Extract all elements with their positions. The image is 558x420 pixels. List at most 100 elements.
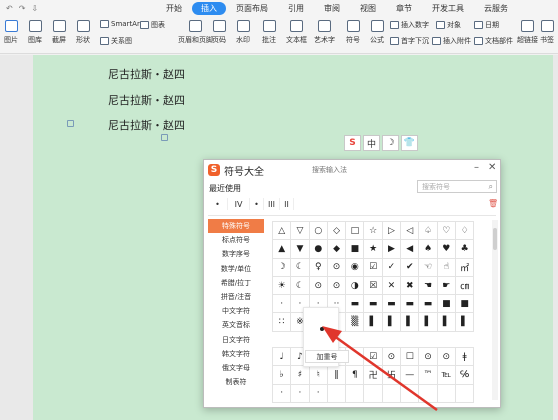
tab-view[interactable]: 视图 <box>350 2 386 15</box>
recent-symbol[interactable]: • <box>208 198 228 210</box>
symbol-cell[interactable]: ☾ <box>291 258 310 277</box>
symbol-cell[interactable]: ★ <box>364 240 383 259</box>
symbol-cell[interactable]: ☒ <box>364 276 383 296</box>
symbol-cell[interactable]: ♩ <box>273 348 292 367</box>
recent-symbol[interactable]: • <box>250 198 264 210</box>
recent-symbol[interactable]: IV <box>228 198 250 210</box>
moon-icon[interactable]: ☽ <box>382 135 399 151</box>
symbol-cell[interactable] <box>364 384 383 403</box>
gallery-button[interactable]: 图库 <box>28 20 42 45</box>
relation-chart-button[interactable]: 关系图 <box>100 36 132 46</box>
symbol-cell[interactable]: ♠ <box>419 240 438 259</box>
symbol-cell[interactable]: ☜ <box>419 258 438 277</box>
category-russian[interactable]: 俄文字母 <box>208 361 264 375</box>
symbol-cell[interactable]: ☛ <box>437 276 456 296</box>
symbol-cell[interactable]: ▽ <box>291 222 310 241</box>
symbol-cell[interactable] <box>419 384 438 403</box>
symbol-cell[interactable]: · <box>273 295 292 314</box>
symbol-cell[interactable]: ■ <box>346 240 365 259</box>
symbol-cell[interactable]: ■ <box>455 295 475 314</box>
symbol-cell[interactable]: ▌ <box>419 313 438 332</box>
symbol-cell[interactable]: ♣ <box>455 240 475 259</box>
symbol-scrollbar[interactable] <box>492 220 498 400</box>
symbol-cell[interactable]: ☝ <box>437 258 456 277</box>
symbol-cell[interactable]: ▶ <box>382 240 402 259</box>
recent-symbol[interactable]: III <box>264 198 280 210</box>
symbol-cell[interactable] <box>401 384 420 403</box>
category-japanese[interactable]: 日文字符 <box>208 333 264 347</box>
symbol-cell[interactable]: ⊙ <box>309 276 328 296</box>
date-button[interactable]: 日期 <box>474 20 499 30</box>
symbol-cell[interactable]: ♀ <box>309 258 328 277</box>
textbox-button[interactable]: 文本框 <box>286 20 307 45</box>
symbol-cell[interactable]: ✓ <box>382 258 402 277</box>
symbol-cell[interactable]: ▌ <box>437 313 456 332</box>
tab-references[interactable]: 引用 <box>278 2 314 15</box>
symbol-cell[interactable]: ▬ <box>401 295 420 314</box>
category-numbers[interactable]: 数字序号 <box>208 247 264 261</box>
category-korean[interactable]: 韩文字符 <box>208 347 264 361</box>
symbol-cell[interactable]: ☽ <box>273 258 292 277</box>
symbol-cell[interactable]: ™ <box>419 366 438 385</box>
symbol-cell[interactable]: ▬ <box>364 295 383 314</box>
insert-attachment-button[interactable]: 插入附件 <box>432 36 471 46</box>
equation-button[interactable]: 公式 <box>370 20 384 45</box>
symbol-cell[interactable]: ▷ <box>382 222 402 241</box>
symbol-cell[interactable]: ■ <box>437 295 456 314</box>
symbol-cell[interactable] <box>346 384 365 403</box>
symbol-cell[interactable]: ▒ <box>346 313 365 332</box>
smartart-button[interactable]: SmartArt <box>100 20 143 28</box>
tab-page-layout[interactable]: 页面布局 <box>226 2 278 15</box>
symbol-cell[interactable]: ⊙ <box>419 348 438 367</box>
chart-button[interactable]: 图表 <box>140 20 165 30</box>
symbol-cell[interactable]: ǂ <box>455 348 475 367</box>
bookmark-button[interactable]: 书签 <box>540 20 554 45</box>
watermark-button[interactable]: 水印 <box>236 20 250 45</box>
symbol-cell[interactable]: ☑ <box>364 348 383 367</box>
symbol-cell[interactable]: · <box>273 384 292 403</box>
symbol-cell[interactable]: 卍 <box>364 366 383 385</box>
insert-number-button[interactable]: 插入数字 <box>390 20 429 30</box>
drop-cap-button[interactable]: 首字下沉 <box>390 36 429 46</box>
paragraph-handle-icon[interactable] <box>67 120 74 127</box>
symbol-cell[interactable]: ▌ <box>382 313 402 332</box>
symbol-cell[interactable]: ⊙ <box>382 348 402 367</box>
symbol-button[interactable]: 符号 <box>346 20 360 45</box>
document-line-2[interactable]: 尼古拉斯・赵四 <box>108 92 185 108</box>
symbol-cell[interactable]: ℅ <box>455 366 475 385</box>
screenshot-button[interactable]: 截屏 <box>52 20 66 45</box>
category-special-symbols[interactable]: 特殊符号 <box>208 219 264 234</box>
comment-button[interactable]: 批注 <box>262 20 276 45</box>
tab-review[interactable]: 审阅 <box>314 2 350 15</box>
undo-icon[interactable]: ↶ <box>6 4 13 13</box>
symbol-cell[interactable]: 卐 <box>382 366 402 385</box>
tab-sections[interactable]: 章节 <box>386 2 422 15</box>
symbol-cell[interactable]: · <box>291 384 310 403</box>
symbol-cell[interactable] <box>437 384 456 403</box>
symbol-cell[interactable]: ▲ <box>273 240 292 259</box>
symbol-cell[interactable]: ㎡ <box>455 258 475 277</box>
category-math-units[interactable]: 数学/单位 <box>208 262 264 276</box>
symbol-cell[interactable]: ● <box>309 240 328 259</box>
category-punctuation[interactable]: 标点符号 <box>208 233 264 247</box>
symbol-cell[interactable]: ○ <box>309 222 328 241</box>
symbol-cell[interactable] <box>327 384 347 403</box>
symbol-cell[interactable]: ▼ <box>291 240 310 259</box>
page-number-button[interactable]: 页码 <box>212 20 226 45</box>
symbol-cell[interactable]: ℡ <box>437 366 456 385</box>
symbol-cell[interactable]: ♤ <box>419 222 438 241</box>
symbol-cell[interactable] <box>382 384 402 403</box>
hyperlink-button[interactable]: 超链接 <box>517 20 538 45</box>
redo-icon[interactable]: ↷ <box>19 4 26 13</box>
tab-cloud[interactable]: 云服务 <box>474 2 518 15</box>
symbol-cell[interactable]: ▬ <box>382 295 402 314</box>
symbol-cell[interactable]: ▬ <box>346 295 365 314</box>
symbol-cell[interactable]: ✕ <box>382 276 402 296</box>
symbol-cell[interactable]: ✔ <box>401 258 420 277</box>
tab-insert[interactable]: 插入 <box>192 1 226 15</box>
symbol-cell[interactable]: ‖ <box>327 366 347 385</box>
symbol-cell[interactable]: ▬ <box>419 295 438 314</box>
symbol-cell[interactable]: ☀ <box>273 276 292 296</box>
picture-button[interactable]: 图片 <box>4 20 18 45</box>
scrollbar-thumb[interactable] <box>493 228 497 250</box>
